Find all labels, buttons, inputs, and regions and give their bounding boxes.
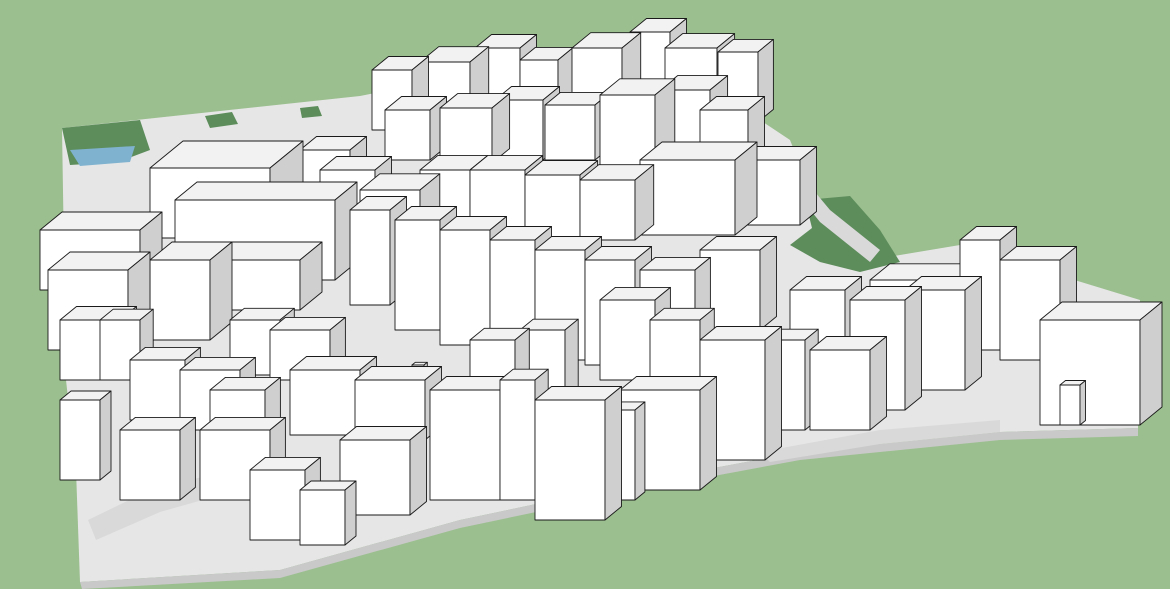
building-67 (59, 390, 112, 481)
building-77 (299, 480, 357, 546)
building-33-side (759, 236, 777, 331)
building-75-side (604, 386, 622, 521)
building-32-front (394, 219, 441, 331)
building-72-front (499, 379, 536, 501)
building-69-front (119, 429, 181, 501)
building-27-roof (174, 181, 358, 201)
building-30-front (349, 209, 391, 306)
building-56-side (904, 286, 922, 411)
building-73-side (634, 401, 646, 501)
model-viewport[interactable] (0, 0, 1170, 589)
buildings (39, 18, 1163, 546)
building-62-side (869, 336, 887, 431)
building-58-front (1039, 319, 1141, 426)
building-25-front (579, 179, 636, 241)
building-51-front (649, 319, 701, 381)
building-11-front (544, 104, 596, 161)
building-58 (1039, 301, 1163, 426)
building-67-front (59, 399, 101, 481)
building-68-side (699, 376, 717, 491)
building-59-front (1059, 384, 1081, 426)
building-77-side (344, 480, 357, 546)
building-71-front (429, 389, 501, 501)
building-12 (439, 93, 511, 164)
building-77-front (299, 489, 346, 546)
building-50-front (599, 299, 656, 381)
building-75 (534, 386, 622, 521)
building-53-side (964, 276, 982, 391)
building-69 (119, 416, 196, 501)
building-59 (1059, 380, 1086, 426)
building-22 (639, 141, 758, 236)
building-67-side (99, 390, 112, 481)
building-9 (384, 96, 447, 161)
building-62-front (809, 349, 871, 431)
building-22-front (639, 159, 736, 236)
building-12-front (439, 107, 493, 164)
building-19-side (799, 146, 817, 226)
building-76-front (249, 469, 306, 541)
building-74-side (409, 426, 427, 516)
building-65-side (764, 326, 782, 461)
building-62 (809, 336, 887, 431)
building-57-front (129, 359, 186, 421)
park-tree-2 (300, 106, 322, 118)
building-9-front (384, 109, 431, 161)
building-36-front (439, 229, 491, 346)
building-34-front (149, 259, 211, 341)
building-34 (149, 241, 233, 341)
city-model-scene[interactable] (0, 0, 1170, 589)
building-75-front (534, 399, 606, 521)
building-59-side (1079, 380, 1086, 426)
building-58-side (1139, 301, 1163, 426)
building-63-front (289, 369, 361, 436)
building-25 (579, 164, 655, 241)
building-69-side (179, 416, 196, 501)
